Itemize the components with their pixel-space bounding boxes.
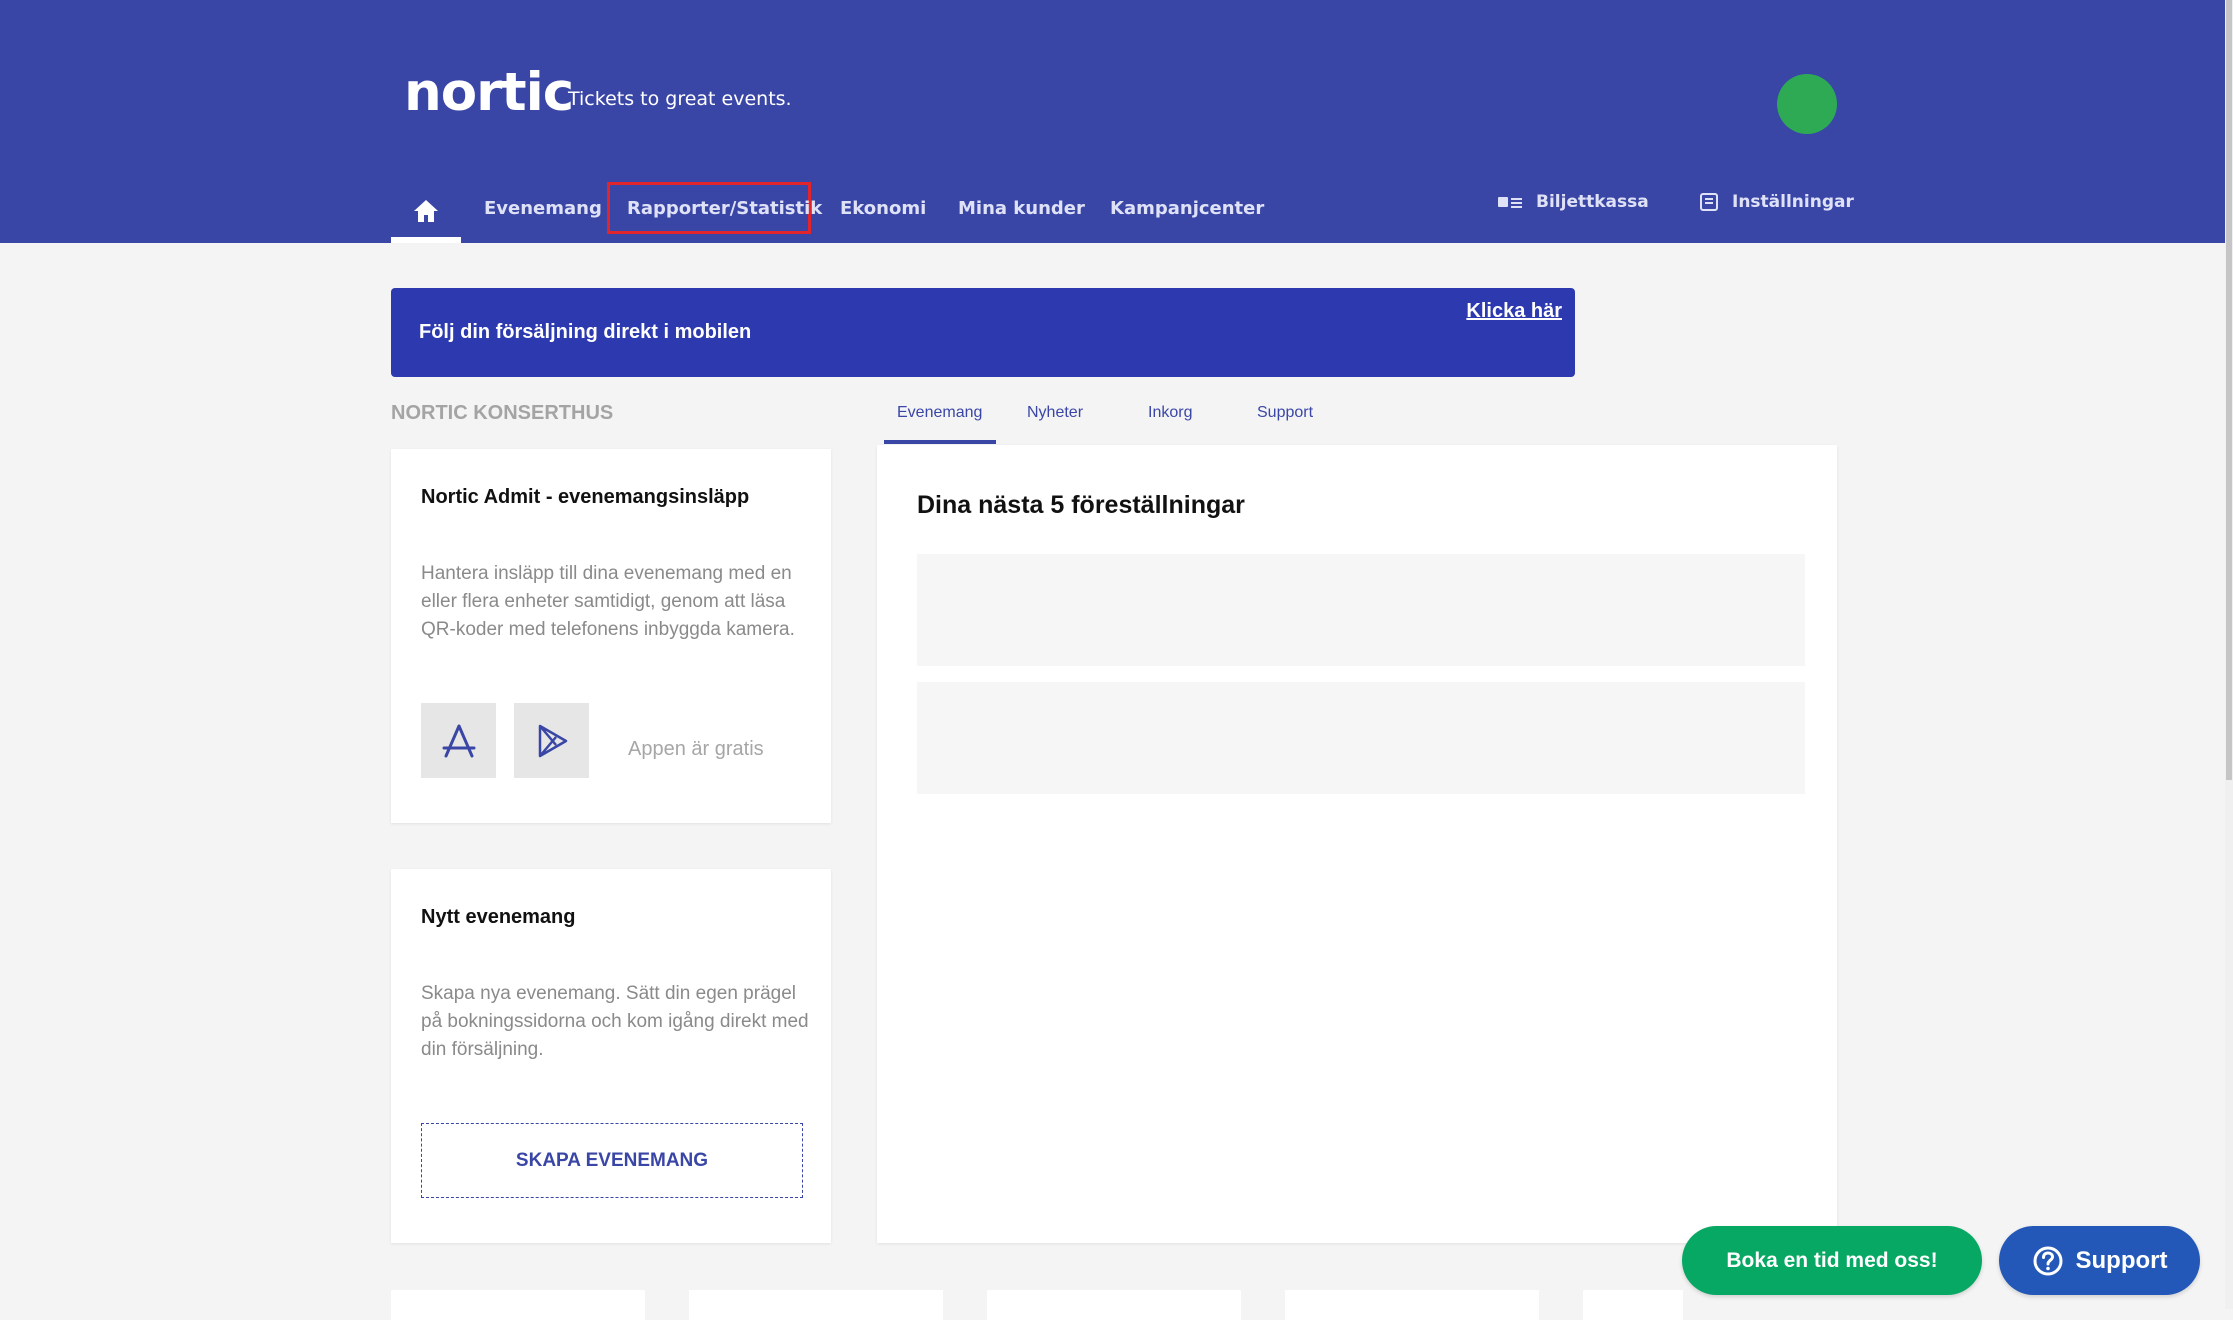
admit-card-title: Nortic Admit - evenemangsinsläpp bbox=[421, 486, 750, 508]
top-header: nortic Tickets to great events. Eveneman… bbox=[0, 0, 2233, 243]
nav-installningar-label: Inställningar bbox=[1732, 192, 1854, 212]
google-play-button[interactable] bbox=[514, 703, 589, 778]
banner-link[interactable]: Klicka här bbox=[1466, 300, 1562, 323]
app-free-text: Appen är gratis bbox=[628, 738, 764, 760]
support-button-label: Support bbox=[2075, 1246, 2168, 1274]
mobile-banner: Följ din försäljning direkt i mobilen Kl… bbox=[391, 288, 1575, 377]
nav-home-active-indicator bbox=[391, 237, 461, 243]
nav-mina-kunder[interactable]: Mina kunder bbox=[958, 198, 1085, 219]
upcoming-events-panel: Dina nästa 5 föreställningar bbox=[877, 445, 1837, 1243]
admit-card-description: Hantera insläpp till dina evenemang med … bbox=[421, 563, 795, 640]
support-button[interactable]: Support bbox=[1999, 1226, 2200, 1295]
bottom-card bbox=[1583, 1290, 1683, 1320]
nav-ekonomi[interactable]: Ekonomi bbox=[840, 198, 926, 219]
tagline: Tickets to great events. bbox=[568, 88, 792, 110]
new-event-card-description: Skapa nya evenemang. Sätt din egen präge… bbox=[421, 983, 809, 1060]
app-store-icon bbox=[442, 724, 475, 757]
event-placeholder-row bbox=[917, 554, 1805, 666]
active-tab-indicator bbox=[884, 440, 996, 444]
organization-label: NORTIC KONSERTHUS bbox=[391, 402, 614, 424]
tab-support[interactable]: Support bbox=[1257, 404, 1313, 422]
bottom-card bbox=[987, 1290, 1241, 1320]
new-event-card-title: Nytt evenemang bbox=[421, 906, 576, 928]
admit-card: Nortic Admit - evenemangsinsläpp Hantera… bbox=[391, 449, 831, 823]
nav-rapporter-statistik[interactable]: Rapporter/Statistik bbox=[627, 198, 822, 219]
book-meeting-button[interactable]: Boka en tid med oss! bbox=[1682, 1226, 1982, 1295]
nav-kampanjcenter[interactable]: Kampanjcenter bbox=[1110, 198, 1264, 219]
tab-evenemang[interactable]: Evenemang bbox=[897, 404, 982, 422]
tab-inkorg[interactable]: Inkorg bbox=[1148, 404, 1192, 422]
avatar[interactable] bbox=[1777, 74, 1837, 134]
bottom-card bbox=[689, 1290, 943, 1320]
app-store-button[interactable] bbox=[421, 703, 496, 778]
nortic-logo[interactable]: nortic bbox=[404, 62, 574, 123]
scrollbar-thumb[interactable] bbox=[2226, 0, 2232, 780]
settings-icon bbox=[1700, 193, 1718, 211]
bottom-card bbox=[391, 1290, 645, 1320]
nav-biljettkassa[interactable]: Biljettkassa bbox=[1498, 192, 1649, 212]
nav-installningar[interactable]: Inställningar bbox=[1700, 192, 1854, 212]
banner-text: Följ din försäljning direkt i mobilen bbox=[419, 321, 752, 343]
nav-evenemang[interactable]: Evenemang bbox=[484, 198, 602, 219]
google-play-icon bbox=[538, 724, 567, 757]
tab-nyheter[interactable]: Nyheter bbox=[1027, 404, 1083, 422]
question-icon bbox=[2033, 1246, 2062, 1275]
home-icon bbox=[414, 199, 438, 222]
upcoming-events-title: Dina nästa 5 föreställningar bbox=[917, 491, 1245, 519]
nav-home[interactable] bbox=[391, 178, 461, 243]
event-placeholder-row bbox=[917, 682, 1805, 794]
ticket-register-icon bbox=[1498, 197, 1522, 208]
new-event-card: Nytt evenemang Skapa nya evenemang. Sätt… bbox=[391, 869, 831, 1243]
nav-biljettkassa-label: Biljettkassa bbox=[1536, 192, 1649, 212]
create-event-button[interactable]: SKAPA EVENEMANG bbox=[421, 1123, 803, 1198]
bottom-card bbox=[1285, 1290, 1539, 1320]
